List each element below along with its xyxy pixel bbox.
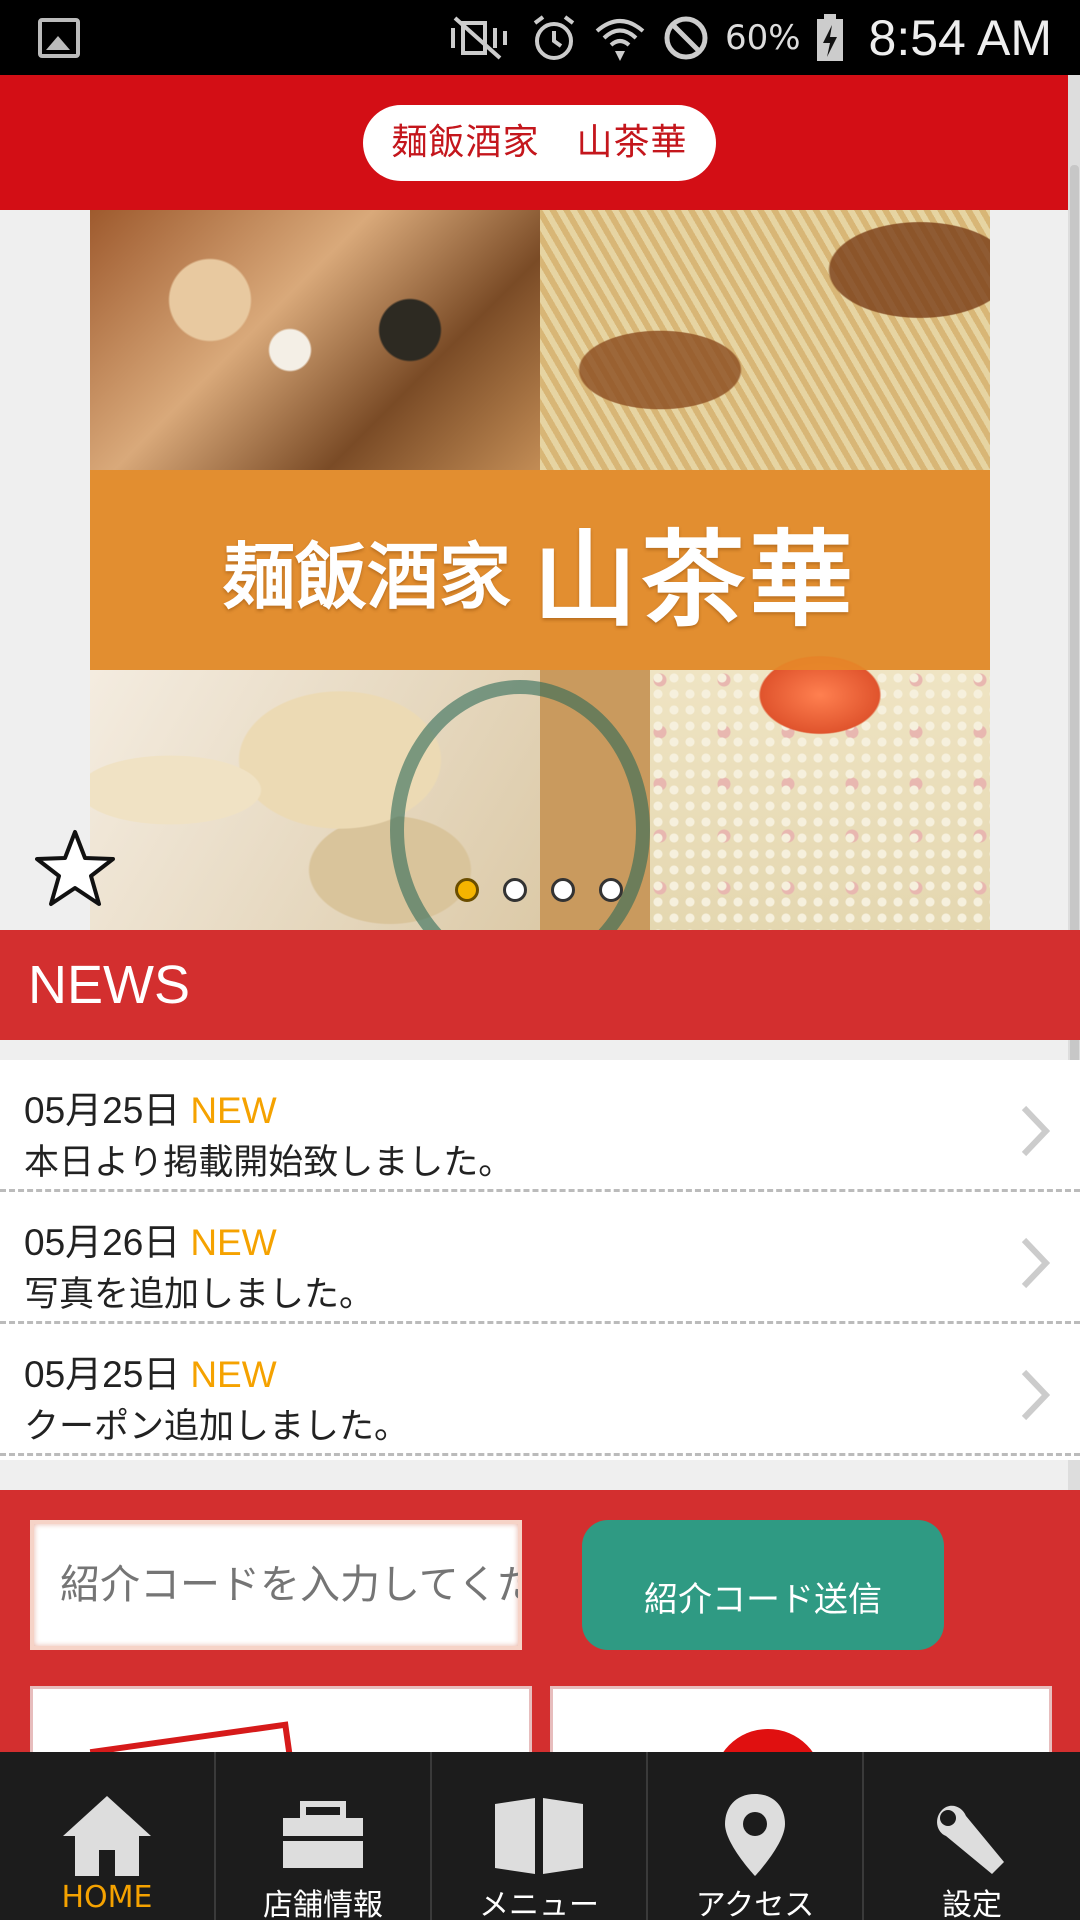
news-date: 05月25日 NEW	[24, 1344, 277, 1398]
nav-home-label: HOME	[61, 1880, 153, 1915]
referral-code-input[interactable]	[30, 1520, 522, 1650]
news-date-text: 05月25日	[24, 1090, 181, 1131]
nav-home[interactable]: HOME	[0, 1752, 216, 1920]
slide-dot-1[interactable]	[455, 878, 479, 902]
news-section-header: NEWS	[0, 930, 1080, 1040]
status-bar: 60% 8:54 AM	[0, 0, 1080, 75]
slide-dot-2[interactable]	[503, 878, 527, 902]
news-item[interactable]: 05月25日 NEW クーポン追加しました。	[0, 1324, 1080, 1456]
location-pin-icon	[725, 1794, 785, 1876]
nav-settings-label: 設定	[942, 1888, 1002, 1920]
hero-food-image-soup	[540, 210, 990, 470]
news-title: NEWS	[28, 955, 190, 1015]
book-icon	[495, 1798, 583, 1874]
news-date: 05月26日 NEW	[24, 1212, 277, 1266]
news-text: 写真を追加しました。	[24, 1275, 375, 1315]
hero-slider[interactable]: 麺飯酒家 山茶華	[90, 210, 990, 930]
chevron-right-icon	[1021, 1237, 1050, 1289]
home-icon	[63, 1796, 151, 1876]
battery-percent: 60%	[724, 17, 801, 58]
news-item[interactable]: 05月26日 NEW 写真を追加しました。	[0, 1192, 1080, 1324]
app-header: 麺飯酒家 山茶華	[0, 75, 1080, 210]
slide-dot-4[interactable]	[599, 878, 623, 902]
news-new-badge: NEW	[190, 1354, 277, 1395]
clock: 8:54 AM	[868, 9, 1052, 66]
status-icons: 60% 8:54 AM	[445, 0, 1052, 75]
news-date-text: 05月25日	[24, 1354, 181, 1395]
shop-title: 麺飯酒家 山茶華	[363, 105, 716, 181]
referral-submit-button[interactable]: 紹介コード送信	[582, 1520, 944, 1650]
shop-icon	[283, 1801, 363, 1868]
mute-vibrate-icon	[450, 16, 507, 59]
favorite-star-icon[interactable]	[35, 828, 115, 908]
news-new-badge: NEW	[190, 1090, 277, 1131]
hero-banner-text-small: 麺飯酒家	[222, 534, 511, 619]
bottom-navigation: HOME 店舗情報 メニュー アクセス 設定	[0, 1752, 1080, 1920]
nav-menu[interactable]: メニュー	[432, 1752, 648, 1920]
news-date-text: 05月26日	[24, 1222, 181, 1263]
wifi-icon	[595, 18, 645, 61]
gallery-notification-icon	[38, 18, 80, 58]
news-item[interactable]: 05月25日 NEW 本日より掲載開始致しました。	[0, 1060, 1080, 1192]
news-new-badge: NEW	[190, 1222, 277, 1263]
chevron-right-icon	[1021, 1105, 1050, 1157]
news-date: 05月25日 NEW	[24, 1080, 277, 1134]
slide-dot-3[interactable]	[551, 878, 575, 902]
news-text: 本日より掲載開始致しました。	[24, 1143, 514, 1183]
hero-food-image-noodles	[90, 210, 540, 470]
slide-indicator	[455, 878, 623, 902]
nav-access[interactable]: アクセス	[648, 1752, 864, 1920]
nav-shop-info-label: 店舗情報	[263, 1888, 383, 1920]
nav-menu-label: メニュー	[479, 1888, 599, 1920]
nav-settings[interactable]: 設定	[864, 1752, 1080, 1920]
app-screen: 60% 8:54 AM 麺飯酒家 山茶華 麺飯酒家 山茶華 NEWS 05月25…	[0, 0, 1080, 1920]
news-list: 05月25日 NEW 本日より掲載開始致しました。 05月26日 NEW 写真を追加…	[0, 1060, 1080, 1460]
alarm-icon	[533, 14, 575, 60]
chevron-right-icon	[1021, 1369, 1050, 1421]
nav-access-label: アクセス	[695, 1888, 815, 1920]
nav-shop-info[interactable]: 店舗情報	[216, 1752, 432, 1920]
referral-section: 紹介コード送信	[0, 1490, 1080, 1839]
hero-banner-text: 麺飯酒家 山茶華	[90, 470, 990, 670]
news-text: クーポン追加しました。	[24, 1407, 410, 1447]
battery-charging-icon	[816, 13, 843, 61]
do-not-disturb-icon	[664, 16, 708, 59]
hero-banner-text-big: 山茶華	[533, 518, 858, 641]
wrench-icon	[937, 1805, 1004, 1874]
